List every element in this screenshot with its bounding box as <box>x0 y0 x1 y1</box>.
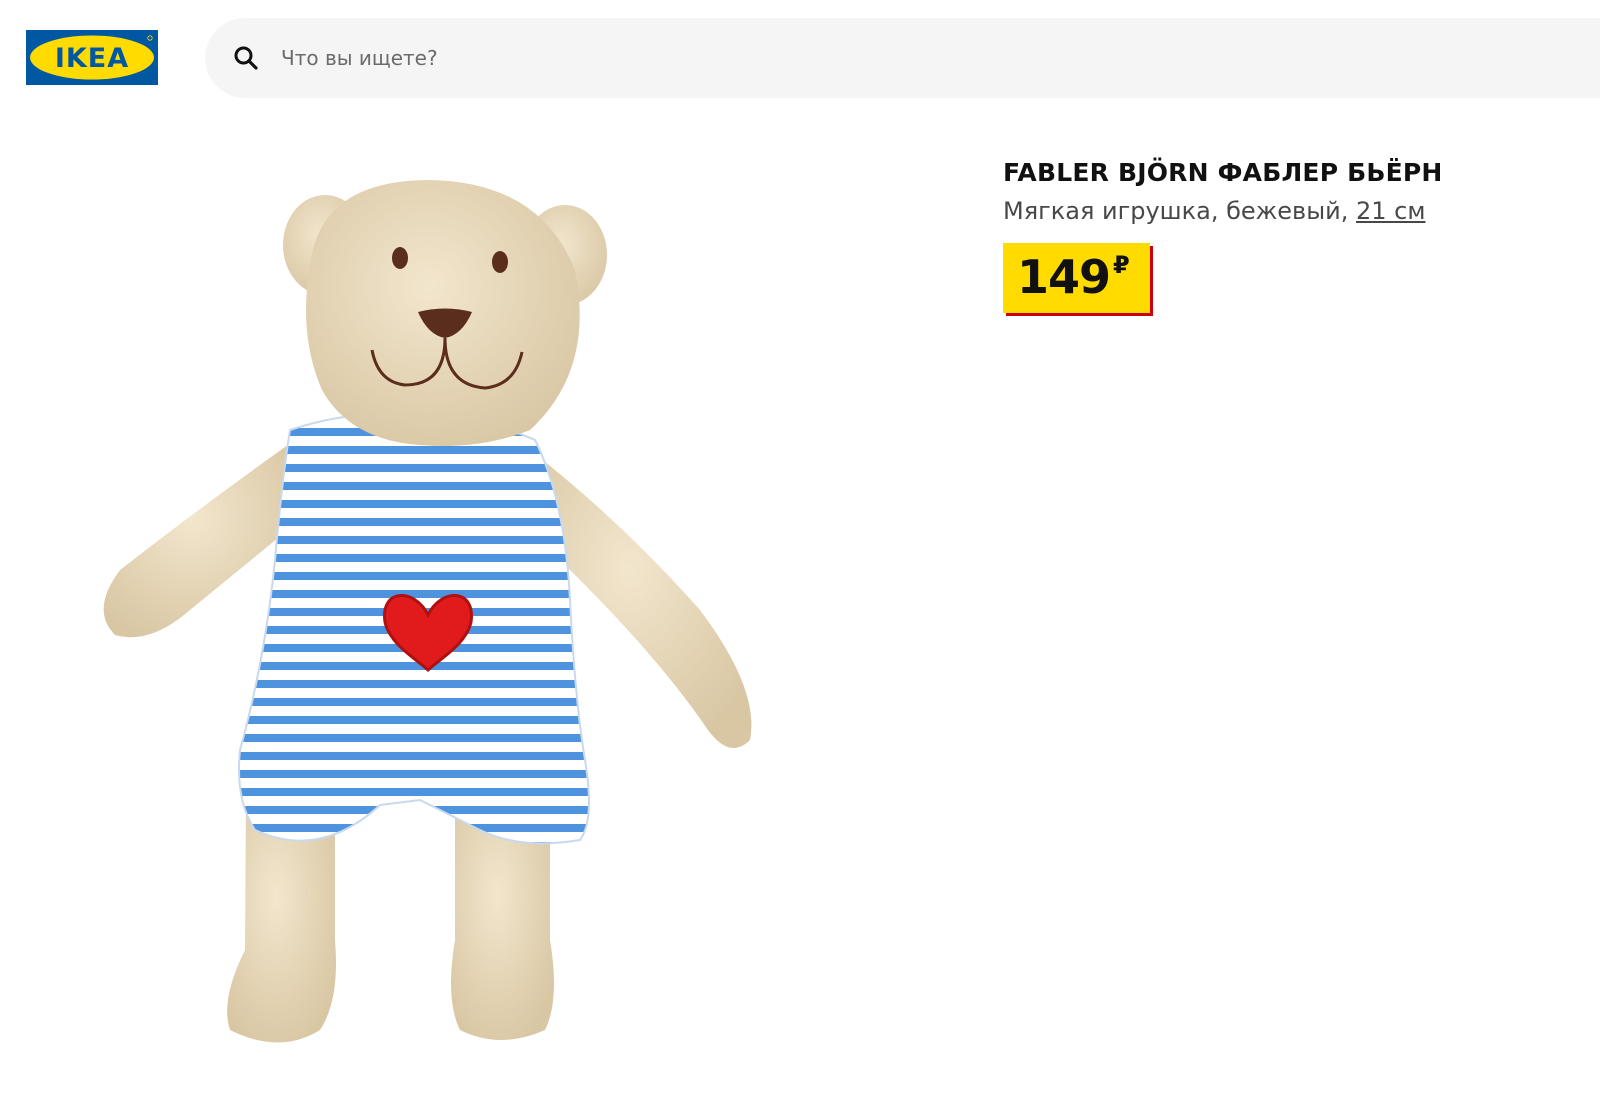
product-size-link[interactable]: 21 см <box>1356 197 1425 225</box>
ikea-logo[interactable]: IKEA <box>26 30 158 85</box>
price-tag: 149 ₽ <box>1003 243 1150 313</box>
product-description-text: Мягкая игрушка, бежевый, <box>1003 197 1349 225</box>
product-name: FABLER BJÖRN ФАБЛЕР БЬЁРН <box>1003 158 1443 187</box>
price-value: 149 <box>1017 250 1111 304</box>
logo-text: IKEA <box>55 43 129 74</box>
price-currency: ₽ <box>1113 251 1130 279</box>
search-bar[interactable] <box>205 18 1600 98</box>
search-input[interactable] <box>279 37 1183 79</box>
product-description: Мягкая игрушка, бежевый, 21 см <box>1003 197 1583 225</box>
product-info: FABLER BJÖRN ФАБЛЕР БЬЁРН Мягкая игрушка… <box>1003 158 1583 313</box>
product-image[interactable] <box>60 140 800 1080</box>
product-page: IKEA Что вы ищете? FABLER BJÖRN ФАБЛЕР Б… <box>0 0 1600 1106</box>
search-icon[interactable] <box>233 45 259 71</box>
